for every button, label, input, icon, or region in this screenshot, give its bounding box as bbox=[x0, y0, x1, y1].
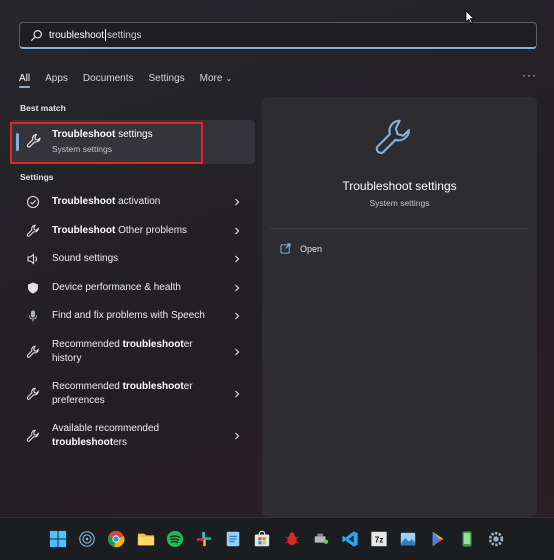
list-item[interactable]: Troubleshoot activation bbox=[12, 188, 255, 217]
settings-results-list: Troubleshoot activation Troubleshoot Oth… bbox=[12, 188, 255, 457]
chevron-right-icon bbox=[235, 348, 240, 355]
chevron-right-icon bbox=[235, 390, 240, 397]
label-post: Other problems bbox=[115, 224, 188, 236]
list-item-label: Sound settings bbox=[52, 252, 222, 266]
label-bold: troubleshoot bbox=[122, 338, 184, 350]
list-item-label: Recommended troubleshooter history bbox=[52, 338, 222, 366]
wrench-icon bbox=[26, 429, 39, 442]
chevron-right-icon bbox=[235, 284, 240, 292]
spotify-icon[interactable] bbox=[165, 529, 185, 549]
tab-all[interactable]: All bbox=[19, 73, 31, 88]
tab-apps[interactable]: Apps bbox=[45, 73, 68, 84]
windows-start-icon[interactable] bbox=[48, 529, 68, 549]
play-store-icon[interactable] bbox=[428, 529, 448, 549]
open-button[interactable]: Open bbox=[280, 243, 322, 254]
result-preview-pane: Troubleshoot settings System settings Op… bbox=[262, 97, 537, 517]
settings-heading: Settings bbox=[20, 172, 54, 182]
speaker-icon bbox=[27, 253, 38, 265]
taskbar: 7z bbox=[0, 518, 554, 560]
chevron-right-icon bbox=[235, 198, 240, 206]
more-options-icon[interactable]: ··· bbox=[522, 68, 537, 82]
label-post: activation bbox=[115, 196, 161, 208]
file-explorer-icon[interactable] bbox=[136, 529, 156, 549]
label-bold: Troubleshoot bbox=[52, 196, 116, 208]
open-external-icon bbox=[280, 243, 291, 254]
annotation-highlight-box bbox=[10, 122, 203, 164]
label-bold: Troubleshoot bbox=[52, 224, 116, 236]
list-item-label: Device performance & health bbox=[52, 281, 222, 295]
wrench-icon bbox=[375, 119, 410, 154]
list-item-label: Troubleshoot activation bbox=[52, 195, 222, 209]
chevron-right-icon bbox=[235, 227, 240, 235]
chrome-icon[interactable] bbox=[106, 529, 126, 549]
divider bbox=[270, 228, 529, 229]
wifi-icon[interactable] bbox=[77, 529, 97, 549]
label-pre: Recommended bbox=[52, 380, 123, 392]
chevron-down-icon: ⌄ bbox=[225, 73, 233, 83]
7zip-label: 7z bbox=[375, 536, 384, 545]
7zip-icon[interactable]: 7z bbox=[369, 529, 389, 549]
preview-title: Troubleshoot settings bbox=[342, 179, 457, 193]
label-post: ers bbox=[113, 436, 128, 448]
search-typed-text: troubleshoot bbox=[49, 29, 105, 41]
list-item[interactable]: Recommended troubleshooter history bbox=[12, 331, 255, 373]
microphone-icon bbox=[29, 310, 37, 322]
list-item[interactable]: Find and fix problems with Speech bbox=[12, 302, 255, 331]
search-suggestion-text: settings bbox=[107, 29, 142, 41]
search-input[interactable]: troubleshoot settings bbox=[19, 22, 537, 49]
check-circle-icon bbox=[26, 196, 40, 209]
chevron-right-icon bbox=[235, 432, 240, 439]
tab-more[interactable]: More ⌄ bbox=[200, 73, 233, 84]
text-caret bbox=[105, 29, 107, 41]
label-pre: Find and fix problems with Speech bbox=[52, 310, 205, 322]
tab-documents[interactable]: Documents bbox=[83, 73, 134, 84]
list-item[interactable]: Available recommended troubleshooters bbox=[12, 415, 255, 457]
list-item[interactable]: Recommended troubleshooter preferences bbox=[12, 373, 255, 415]
store-icon[interactable] bbox=[252, 529, 272, 549]
mouse-pointer-icon bbox=[465, 10, 475, 24]
wrench-icon bbox=[26, 345, 39, 358]
shield-icon bbox=[28, 282, 38, 294]
list-item[interactable]: Device performance & health bbox=[12, 274, 255, 303]
list-item-label: Troubleshoot Other problems bbox=[52, 224, 222, 238]
label-pre: Available recommended bbox=[52, 422, 160, 434]
list-item[interactable]: Troubleshoot Other problems bbox=[12, 217, 255, 246]
list-item-label: Recommended troubleshooter preferences bbox=[52, 380, 222, 408]
bug-icon[interactable] bbox=[282, 529, 302, 549]
list-item-label: Available recommended troubleshooters bbox=[52, 422, 222, 450]
open-label: Open bbox=[300, 243, 323, 254]
settings-gear-icon[interactable] bbox=[486, 529, 506, 549]
phone-icon[interactable] bbox=[457, 529, 477, 549]
tab-more-label: More bbox=[199, 72, 223, 84]
label-pre: Sound settings bbox=[52, 253, 119, 265]
label-pre: Device performance & health bbox=[52, 281, 181, 293]
label-bold: troubleshoot bbox=[122, 380, 184, 392]
chevron-right-icon bbox=[235, 312, 240, 320]
slack-icon[interactable] bbox=[194, 529, 214, 549]
start-search-panel: troubleshoot settings All Apps Documents… bbox=[0, 0, 554, 518]
tab-settings[interactable]: Settings bbox=[149, 73, 185, 84]
wrench-icon bbox=[26, 387, 39, 400]
best-match-heading: Best match bbox=[20, 103, 66, 113]
list-item[interactable]: Sound settings bbox=[12, 245, 255, 274]
notepad-icon[interactable] bbox=[223, 529, 243, 549]
search-icon bbox=[31, 29, 42, 41]
label-pre: Recommended bbox=[52, 338, 123, 350]
preview-subtitle: System settings bbox=[369, 198, 430, 208]
list-item-label: Find and fix problems with Speech bbox=[52, 309, 222, 323]
chevron-right-icon bbox=[235, 255, 240, 263]
vscode-icon[interactable] bbox=[340, 529, 360, 549]
wrench-icon bbox=[26, 224, 39, 237]
label-bold: troubleshoot bbox=[52, 436, 114, 448]
photos-icon[interactable] bbox=[398, 529, 418, 549]
search-filter-tabs: All Apps Documents Settings More ⌄ ··· bbox=[19, 68, 537, 88]
devices-icon[interactable] bbox=[311, 529, 331, 549]
